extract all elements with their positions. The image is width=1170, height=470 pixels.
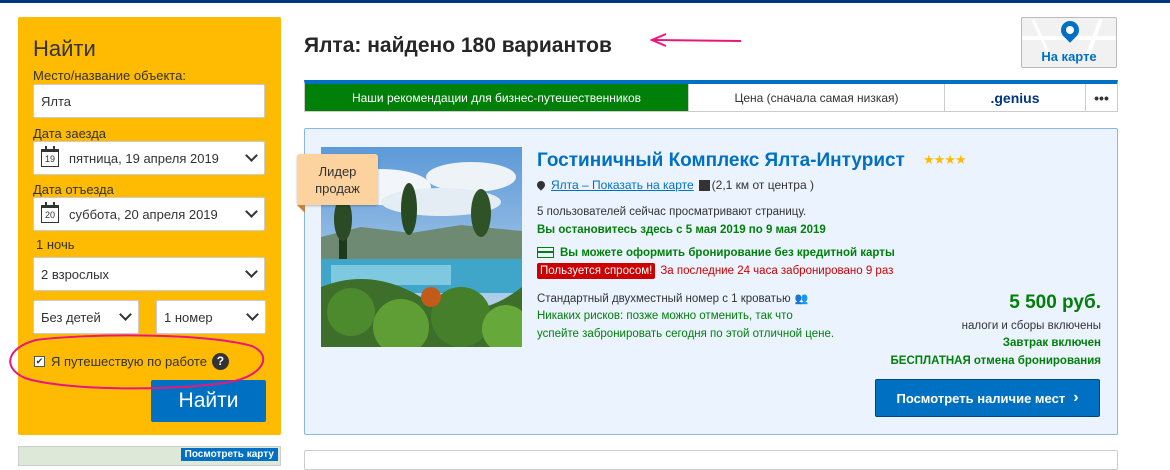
chevron-down-icon	[246, 308, 259, 321]
children-value: Без детей	[41, 309, 101, 325]
distance-text: (2,1 км от центра )	[711, 178, 814, 192]
checkout-value: суббота, 20 апреля 2019	[69, 206, 218, 222]
chevron-right-icon: ›	[1073, 389, 1079, 406]
chevron-down-icon	[245, 205, 258, 218]
star-rating: ★★★★	[923, 152, 967, 167]
adults-select[interactable]: 2 взрослых	[33, 257, 265, 291]
rooms-value: 1 номер	[164, 309, 213, 325]
business-trip-checkbox[interactable]: ✔ Я путешествую по работе ?	[34, 353, 229, 370]
children-select[interactable]: Без детей	[33, 300, 139, 334]
page-title: Ялта: найдено 180 вариантов	[304, 34, 612, 57]
no-risk-line-1: Никаких рисков: позже можно отменить, та…	[537, 310, 793, 322]
stay-dates: Вы остановитесь здесь с 5 мая 2019 по 9 …	[537, 224, 826, 236]
no-card-note: Вы можете оформить бронирование без кред…	[537, 247, 895, 259]
chevron-down-icon	[245, 265, 258, 278]
chevron-down-icon	[245, 149, 258, 162]
top-bar	[0, 0, 1170, 3]
room-type-text: Стандартный двухместный номер с 1 кроват…	[537, 293, 791, 305]
destination-label: Место/название объекта:	[33, 68, 186, 83]
checkin-value: пятница, 19 апреля 2019	[69, 150, 219, 166]
business-trip-label: Я путешествую по работе	[51, 354, 207, 369]
calendar-icon: 19	[41, 146, 59, 167]
help-icon[interactable]: ?	[211, 353, 229, 370]
hotel-name[interactable]: Гостиничный Комплекс Ялта-Интурист	[537, 150, 905, 172]
no-risk-line-2: успейте забронировать сегодня по этой от…	[537, 328, 835, 340]
tab-genius[interactable]: .genius	[945, 84, 1086, 111]
check-availability-label: Посмотреть наличие мест	[896, 390, 1066, 406]
chevron-down-icon	[119, 308, 132, 321]
checkbox-box[interactable]: ✔	[34, 356, 45, 367]
hotel-location: Ялта – Показать на карте (2,1 км от цент…	[535, 178, 814, 192]
distance-icon	[698, 179, 710, 191]
nights-count: 1 ночь	[36, 237, 75, 252]
next-hotel-card	[304, 450, 1118, 470]
map-button-label: На карте	[1041, 49, 1097, 64]
annotation-arrow	[649, 33, 742, 47]
destination-value: Ялта	[41, 93, 72, 109]
map-button[interactable]: На карте	[1021, 17, 1117, 68]
mini-map[interactable]: Посмотреть карту	[18, 446, 281, 466]
check-availability-button[interactable]: Посмотреть наличие мест ›	[875, 379, 1100, 417]
guests-icon: 👥	[794, 293, 809, 305]
no-card-text: Вы можете оформить бронирование без кред…	[560, 247, 895, 259]
search-button[interactable]: Найти	[151, 380, 266, 422]
tab-more[interactable]: •••	[1086, 84, 1117, 111]
checkin-label: Дата заезда	[33, 126, 107, 141]
room-type: Стандартный двухместный номер с 1 кроват…	[537, 292, 809, 305]
rooms-select[interactable]: 1 номер	[156, 300, 266, 334]
tab-price-lowest[interactable]: Цена (сначала самая низкая)	[689, 84, 945, 111]
breakfast-note: Завтрак включен	[1002, 337, 1101, 349]
show-on-map-link[interactable]: Ялта – Показать на карте	[551, 178, 694, 192]
location-pin-icon	[535, 179, 547, 191]
show-map-link[interactable]: Посмотреть карту	[180, 448, 278, 461]
high-demand-row: Пользуется спросом! За последние 24 часа…	[537, 263, 893, 279]
tab-business-recommendations[interactable]: Наши рекомендации для бизнес-путешествен…	[305, 84, 689, 111]
badge-tail	[297, 205, 305, 213]
search-panel: Найти Место/название объекта: Ялта Дата …	[18, 17, 281, 435]
destination-input[interactable]: Ялта	[33, 84, 265, 118]
checkout-date-select[interactable]: 20 суббота, 20 апреля 2019	[33, 197, 265, 231]
checkout-label: Дата отъезда	[33, 182, 114, 197]
checkin-date-select[interactable]: 19 пятница, 19 апреля 2019	[33, 141, 265, 175]
free-cancellation-note: БЕСПЛАТНАЯ отмена бронирования	[890, 355, 1101, 367]
hotel-price: 5 500 руб.	[1009, 292, 1101, 313]
sort-tabs: Наши рекомендации для бизнес-путешествен…	[304, 80, 1118, 112]
search-heading: Найти	[33, 36, 96, 61]
high-demand-badge: Пользуется спросом!	[537, 263, 656, 279]
bestseller-badge: Лидер продаж	[297, 154, 378, 205]
calendar-icon: 20	[41, 202, 59, 223]
recent-bookings-text: За последние 24 часа забронировано 9 раз	[660, 265, 894, 277]
credit-card-icon	[537, 247, 554, 259]
taxes-note: налоги и сборы включены	[961, 320, 1101, 332]
adults-value: 2 взрослых	[41, 266, 109, 282]
viewers-count: 5 пользователей сейчас просматривают стр…	[537, 206, 807, 218]
